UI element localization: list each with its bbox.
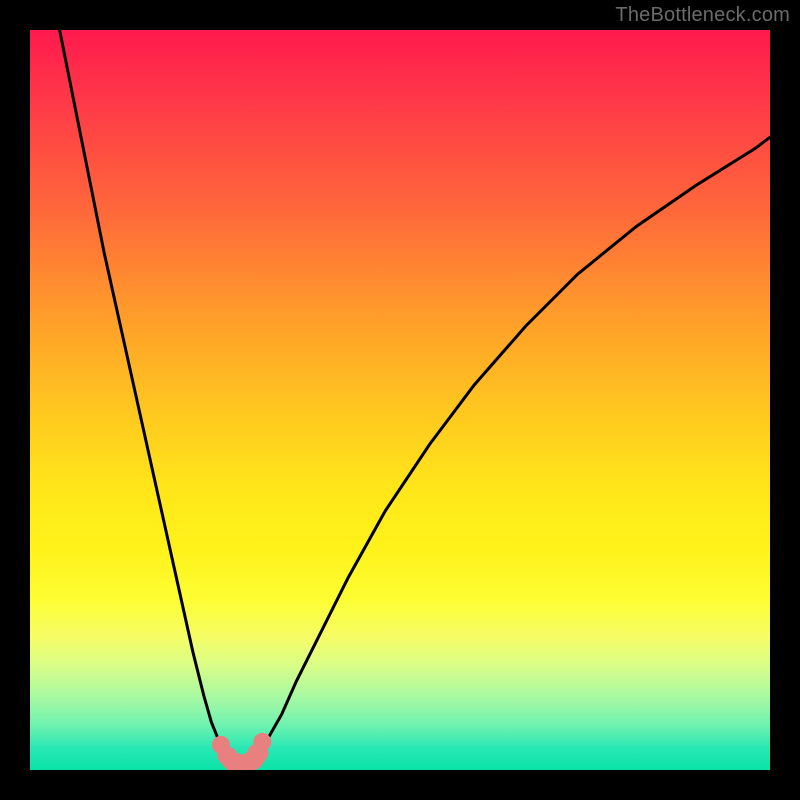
chart-frame: TheBottleneck.com	[0, 0, 800, 800]
chart-plot-area	[30, 30, 770, 770]
bottleneck-curve	[60, 30, 770, 753]
valley-dots	[212, 733, 271, 770]
watermark-text: TheBottleneck.com	[615, 4, 790, 27]
chart-svg	[30, 30, 770, 770]
